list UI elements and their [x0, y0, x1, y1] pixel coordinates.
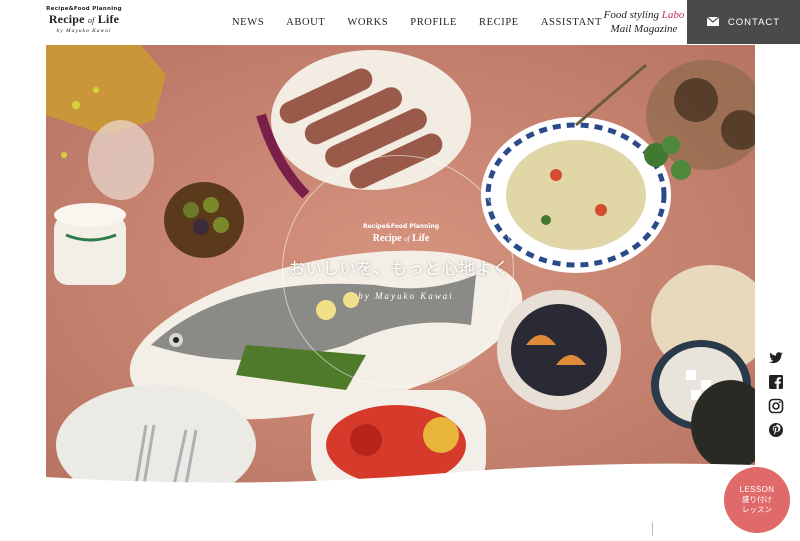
hero-image: Recipe&Food Planning Recipe of Life おいしい…: [46, 45, 755, 485]
mail-magazine-link[interactable]: Food styling Labo Mail Magazine: [603, 8, 685, 36]
logo-signature: by Mayuko Kawai: [56, 28, 112, 34]
lesson-line-3: レッスン: [742, 505, 772, 514]
instagram-icon[interactable]: [768, 398, 784, 414]
nav-recipe[interactable]: RECIPE: [479, 17, 519, 28]
hero-tagline: おいしいを、もっと心地よく: [288, 259, 510, 278]
social-links: [768, 350, 786, 446]
envelope-icon: [706, 13, 720, 31]
mail-line-1: Food styling Labo: [603, 9, 685, 21]
hero-logo: Recipe of Life: [372, 233, 430, 244]
site-logo[interactable]: Recipe&Food Planning Recipe of Life by M…: [46, 6, 122, 34]
lesson-line-1: LESSON: [739, 485, 775, 494]
pinterest-icon[interactable]: [768, 422, 784, 438]
lesson-badge[interactable]: LESSON 盛り付け レッスン: [724, 467, 790, 533]
logo-title: Recipe of Life: [48, 12, 120, 26]
nav-assistant[interactable]: ASSISTANT: [541, 17, 602, 28]
hero-subtitle: Recipe&Food Planning: [362, 223, 440, 230]
scroll-indicator-line: [652, 522, 653, 536]
mail-line-2: Mail Magazine: [610, 23, 678, 35]
contact-label: CONTACT: [727, 16, 781, 28]
lesson-line-2: 盛り付け: [742, 495, 772, 504]
nav-news[interactable]: NEWS: [232, 17, 264, 28]
main-nav: NEWS ABOUT WORKS PROFILE RECIPE ASSISTAN…: [232, 17, 624, 28]
facebook-icon[interactable]: [768, 374, 784, 390]
nav-about[interactable]: ABOUT: [286, 17, 325, 28]
hero-signature: by Mayuko Kawai: [358, 291, 454, 301]
nav-profile[interactable]: PROFILE: [410, 17, 457, 28]
twitter-icon[interactable]: [768, 350, 784, 366]
nav-works[interactable]: WORKS: [347, 17, 388, 28]
contact-button[interactable]: CONTACT: [687, 0, 800, 44]
